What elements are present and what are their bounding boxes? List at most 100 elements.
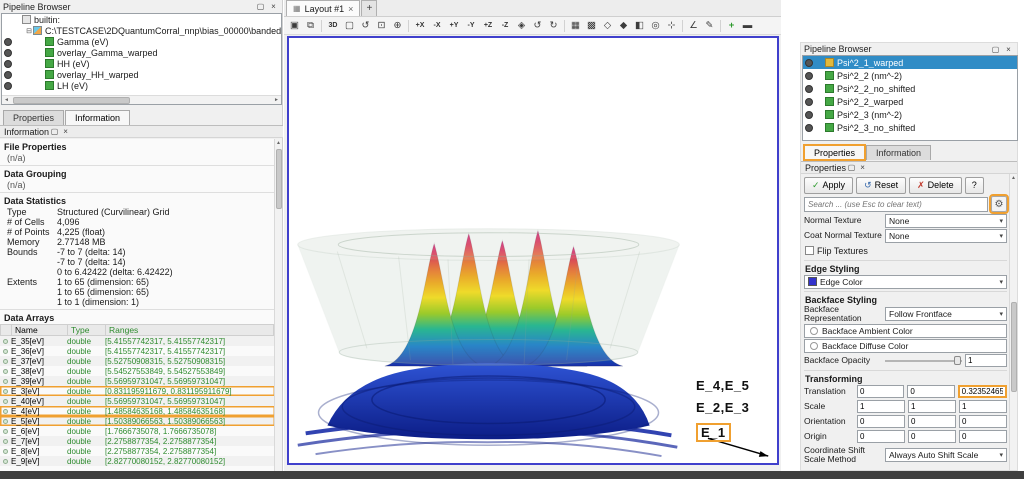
slider-thumb[interactable] [954, 356, 961, 365]
scroll-up-icon[interactable]: ▲ [1011, 174, 1016, 182]
select-block-icon[interactable]: ◧ [632, 18, 647, 33]
pipeline-item[interactable]: Psi^2_3 (nm^-2) [803, 108, 1017, 121]
origin-y-input[interactable] [908, 430, 956, 443]
interactive-select-points-icon[interactable]: ⊹ [664, 18, 679, 33]
toolbar-separator[interactable] [321, 20, 322, 32]
E_8[eV][interactable]: E_8[eV] double [2.2758877354, 2.27588773… [0, 446, 275, 456]
toolbar-separator[interactable] [720, 20, 721, 32]
view-plus-x-icon[interactable]: +X [412, 18, 428, 33]
add-view-icon[interactable]: + [724, 18, 739, 33]
orientation-z-input[interactable] [959, 415, 1007, 428]
visibility-toggle-icon[interactable] [805, 98, 813, 106]
expander-icon[interactable]: ⊟ [25, 27, 33, 35]
scale-y-input[interactable] [908, 400, 956, 413]
view-plus-y-icon[interactable]: +Y [446, 18, 462, 33]
close-panel-icon[interactable]: × [60, 126, 71, 137]
coordinate-shift-dropdown[interactable]: Always Auto Shift Scale ▾ [885, 448, 1007, 462]
visibility-toggle-icon[interactable] [805, 72, 813, 80]
edge-color-dropdown[interactable]: Edge Color ▾ [804, 275, 1007, 289]
column-type[interactable]: Type [68, 325, 106, 335]
view-minus-y-icon[interactable]: -Y [463, 18, 479, 33]
rotate-90-cw-icon[interactable]: ↻ [546, 18, 561, 33]
help-button[interactable]: ? [965, 177, 984, 194]
E_4[eV][interactable]: E_4[eV] double [1.48584635168, 1.4858463… [0, 406, 275, 416]
E_35[eV][interactable]: E_35[eV] double [5.41557742317, 5.415577… [0, 336, 275, 346]
E_7[eV][interactable]: E_7[eV] double [2.2758877354, 2.27588773… [0, 436, 275, 446]
orientation-y-input[interactable] [908, 415, 956, 428]
pipeline-item[interactable]: builtin: [2, 14, 281, 25]
reset-camera-icon[interactable]: ↺ [358, 18, 373, 33]
close-tab-icon[interactable]: × [348, 4, 353, 14]
measurement-icon[interactable]: ∠ [686, 18, 701, 33]
select-cells-rectangle-icon[interactable]: ▦ [568, 18, 583, 33]
toolbar-separator[interactable] [564, 20, 565, 32]
visibility-toggle-icon[interactable] [4, 82, 12, 90]
visibility-toggle-icon[interactable] [805, 124, 813, 132]
scale-x-input[interactable] [857, 400, 905, 413]
horizontal-scrollbar[interactable]: ◄ ► [2, 95, 281, 104]
float-panel-icon[interactable]: ▢ [990, 44, 1001, 55]
visibility-toggle-icon[interactable] [805, 59, 813, 67]
pipeline-item[interactable]: overlay_HH_warped [2, 69, 281, 80]
close-panel-icon[interactable]: × [1003, 44, 1014, 55]
tab-properties[interactable]: Properties [804, 145, 865, 160]
scroll-up-icon[interactable]: ▲ [276, 139, 281, 147]
gear-icon[interactable]: ⚙ [991, 196, 1007, 212]
E_38[eV][interactable]: E_38[eV] double [5.54527553849, 5.545275… [0, 366, 275, 376]
translation-z-input[interactable] [958, 385, 1007, 398]
origin-z-input[interactable] [959, 430, 1007, 443]
zoom-to-data-icon[interactable]: ⊡ [374, 18, 389, 33]
tab-information[interactable]: Information [866, 145, 931, 160]
pipeline-item[interactable]: overlay_Gamma_warped [2, 47, 281, 58]
pipeline-item[interactable]: Psi^2_2_no_shifted [803, 82, 1017, 95]
E_40[eV][interactable]: E_40[eV] double [5.56959731047, 5.569597… [0, 396, 275, 406]
toggle-2d-3d-icon[interactable]: 3D [325, 18, 341, 33]
zoom-closest-icon[interactable]: ⊕ [390, 18, 405, 33]
E_9[eV][interactable]: E_9[eV] double [2.82770080152, 2.8277008… [0, 456, 275, 466]
flip-textures-checkbox[interactable] [805, 246, 814, 255]
scrollbar-track[interactable] [11, 97, 272, 104]
E_3[eV][interactable]: E_3[eV] double [0.831195911679, 0.831195… [0, 386, 275, 396]
backface-opacity-input[interactable] [965, 354, 1007, 367]
scrollbar-thumb[interactable] [276, 149, 282, 209]
normal-texture-dropdown[interactable]: None ▾ [885, 214, 1007, 228]
tab-properties[interactable]: Properties [3, 110, 64, 125]
pipeline-item[interactable]: Psi^2_2_warped [803, 95, 1017, 108]
visibility-toggle-icon[interactable] [4, 60, 12, 68]
pipeline-item[interactable]: Psi^2_2 (nm^-2) [803, 69, 1017, 82]
view-plus-z-icon[interactable]: +Z [480, 18, 496, 33]
column-ranges[interactable]: Ranges [106, 325, 274, 335]
capture-view-icon[interactable]: ⧉ [303, 18, 318, 33]
pipeline-item[interactable]: Psi^2_3_no_shifted [803, 121, 1017, 134]
delete-view-icon[interactable]: ▬ [740, 18, 755, 33]
pipeline-item[interactable]: HH (eV) [2, 58, 281, 69]
pipeline-item[interactable]: Gamma (eV) [2, 36, 281, 47]
scale-z-input[interactable] [959, 400, 1007, 413]
backface-opacity-slider[interactable] [885, 354, 962, 367]
reset-button[interactable]: ↺ Reset [856, 177, 906, 194]
backface-representation-dropdown[interactable]: Follow Frontface ▾ [885, 307, 1007, 321]
visibility-toggle-icon[interactable] [4, 71, 12, 79]
close-panel-icon[interactable]: × [857, 162, 868, 173]
close-panel-icon[interactable]: × [268, 1, 279, 12]
E_39[eV][interactable]: E_39[eV] double [5.56959731047, 5.569597… [0, 376, 275, 386]
apply-button[interactable]: ✓ Apply [804, 177, 853, 194]
interactive-select-cells-icon[interactable]: ◎ [648, 18, 663, 33]
translation-x-input[interactable] [857, 385, 904, 398]
adjust-camera-icon[interactable]: ▢ [342, 18, 357, 33]
origin-x-input[interactable] [857, 430, 905, 443]
rotate-90-ccw-icon[interactable]: ↺ [530, 18, 545, 33]
view-minus-z-icon[interactable]: -Z [497, 18, 513, 33]
scrollbar-thumb[interactable] [13, 97, 130, 104]
vertical-scrollbar[interactable]: ▲ [274, 139, 282, 471]
save-screenshot-icon[interactable]: ▣ [287, 18, 302, 33]
visibility-toggle-icon[interactable] [4, 49, 12, 57]
pipeline-item[interactable]: ⊟ C:\TESTCASE\2DQuantumCorral_nnp\bias_0… [2, 25, 281, 36]
translation-y-input[interactable] [907, 385, 954, 398]
annotation-icon[interactable]: ✎ [702, 18, 717, 33]
isometric-view-icon[interactable]: ◈ [514, 18, 529, 33]
float-panel-icon[interactable]: ▢ [255, 1, 266, 12]
add-tab-button[interactable]: + [361, 0, 377, 16]
toolbar-separator[interactable] [682, 20, 683, 32]
E_5[eV][interactable]: E_5[eV] double [1.50389066563, 1.5038906… [0, 416, 275, 426]
